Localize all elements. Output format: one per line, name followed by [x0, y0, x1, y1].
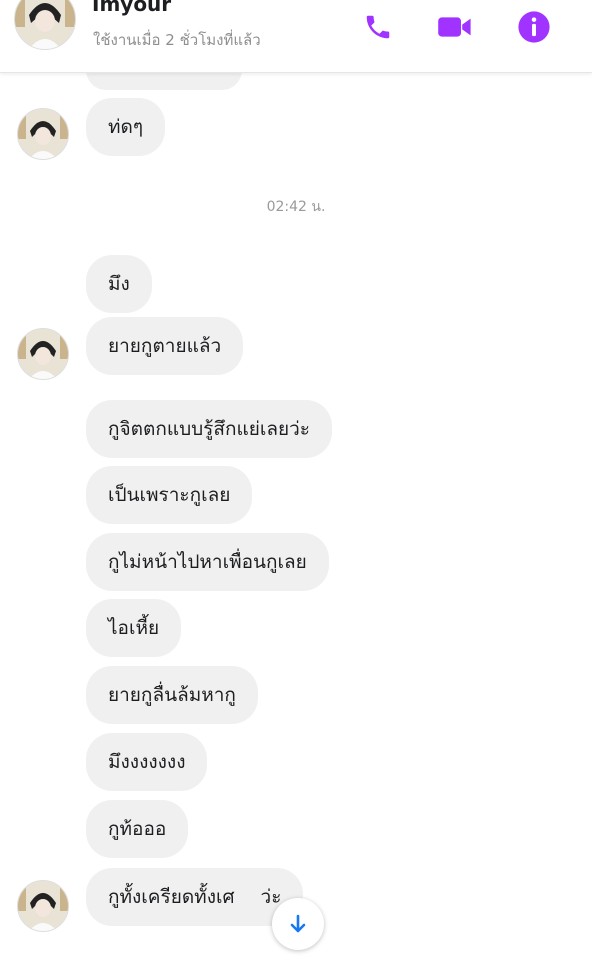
scroll-to-bottom-button[interactable]: [272, 898, 324, 950]
sender-avatar: [17, 328, 69, 380]
video-icon[interactable]: [437, 10, 473, 44]
message-bubble[interactable]: ยายกูตายแล้ว: [86, 317, 244, 375]
message-bubble[interactable]: กูทั้งเครียดทั้งเศ ว่ะ: [86, 868, 304, 926]
contact-avatar[interactable]: [14, 0, 76, 50]
message-bubble-partial: [86, 70, 242, 90]
message-bubble[interactable]: ท่ดๆ: [86, 98, 166, 156]
message-bubble[interactable]: มึง: [86, 255, 152, 313]
message-bubble[interactable]: กูจิตตกแบบรู้สึกแย่เลยว่ะ: [86, 400, 333, 458]
message-bubble[interactable]: เป็นเพราะกูเลย: [86, 466, 253, 524]
sender-avatar: [17, 880, 69, 932]
phone-icon[interactable]: [360, 10, 396, 44]
active-status: ใช้งานเมื่อ 2 ชั่วโมงที่แล้ว: [93, 31, 261, 49]
sender-avatar: [17, 108, 69, 160]
message-bubble[interactable]: กูท้อออ: [86, 800, 189, 858]
chat-header: Imyour ใช้งานเมื่อ 2 ชั่วโมงที่แล้ว: [0, 0, 592, 73]
info-icon[interactable]: [516, 10, 552, 44]
contact-name: Imyour: [92, 0, 172, 16]
message-bubble[interactable]: ไอเหี้ย: [86, 599, 182, 657]
message-timestamp: 02:42 น.: [266, 199, 326, 215]
message-bubble[interactable]: มึงงงงงงง: [86, 733, 208, 791]
message-bubble[interactable]: กูไม่หน้าไปหาเพื่อนกูเลย: [86, 533, 329, 591]
message-text: กูทั้งเครียดทั้งเศ: [108, 886, 235, 908]
arrow-down-icon: [290, 914, 306, 933]
message-bubble[interactable]: ยายกูลื่นล้มหากู: [86, 666, 258, 724]
